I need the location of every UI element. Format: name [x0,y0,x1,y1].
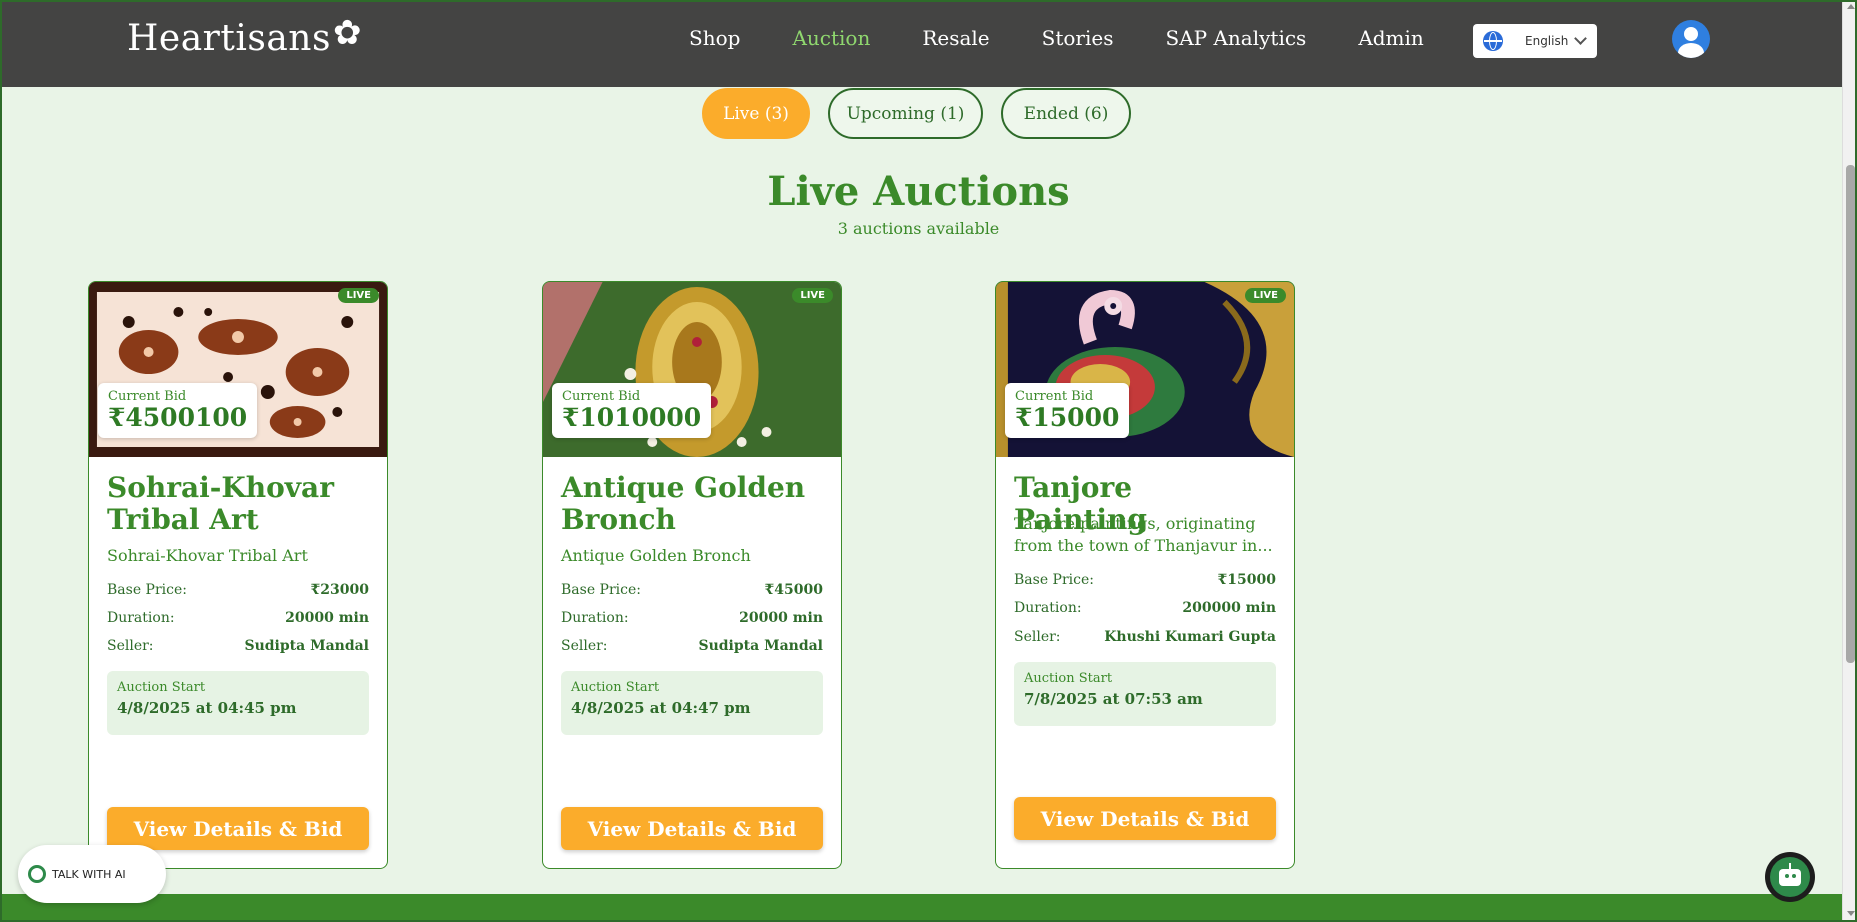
user-avatar-icon[interactable] [1672,20,1710,58]
scrollbar-thumb[interactable] [1846,165,1855,663]
live-badge: LIVE [338,288,379,303]
seller-value: Sudipta Mandal [244,638,369,654]
base-price-label: Base Price: [1014,572,1094,588]
auction-start-value: 4/8/2025 at 04:47 pm [571,699,751,717]
card-description: Sohrai-Khovar Tribal Art [107,546,308,565]
view-details-bid-button[interactable]: View Details & Bid [107,807,369,850]
live-badge: LIVE [1245,288,1286,303]
tab-ended[interactable]: Ended (6) [1001,88,1131,139]
auction-start-value: 4/8/2025 at 04:45 pm [117,699,297,717]
tab-upcoming[interactable]: Upcoming (1) [828,88,983,139]
card-title: Sohrai-Khovar Tribal Art [107,471,334,536]
nav-auction[interactable]: Auction [792,26,870,50]
current-bid-box: Current Bid ₹15000 [1005,383,1130,438]
auction-start-box: Auction Start 4/8/2025 at 04:45 pm [107,671,369,735]
current-bid-value: ₹1010000 [562,403,702,432]
language-label: English [1525,34,1569,48]
brand-logo[interactable]: Heartisans ✿ [127,13,362,60]
base-price-value: ₹45000 [764,582,823,598]
card-description: Tanjore paintings, originating from the … [1014,514,1273,555]
brand-name: Heartisans [127,18,331,59]
current-bid-label: Current Bid [1015,389,1094,404]
duration-label: Duration: [561,610,629,626]
nav-resale[interactable]: Resale [922,26,989,50]
scroll-down-icon[interactable] [1847,911,1855,916]
base-price-label: Base Price: [561,582,641,598]
current-bid-label: Current Bid [108,389,187,404]
auction-start-label: Auction Start [1024,671,1113,686]
seller-label: Seller: [561,638,608,654]
duration-value: 20000 min [285,610,369,626]
auction-card: LIVE Current Bid ₹1010000 Antique Golden… [542,281,842,869]
current-bid-box: Current Bid ₹1010000 [552,383,712,438]
nav-sap-analytics[interactable]: SAP Analytics [1166,26,1307,50]
auction-start-box: Auction Start 7/8/2025 at 07:53 am [1014,662,1276,726]
seller-value: Khushi Kumari Gupta [1104,629,1276,645]
talk-with-ai-button[interactable]: TALK WITH AI [18,845,166,903]
chevron-down-icon [1574,31,1588,45]
page-title: Live Auctions [767,168,1070,215]
current-bid-value: ₹15000 [1015,403,1120,432]
auction-start-label: Auction Start [571,680,660,695]
current-bid-box: Current Bid ₹4500100 [98,383,258,438]
base-price-row: Base Price: ₹45000 [561,582,823,598]
duration-label: Duration: [1014,600,1082,616]
duration-value: 20000 min [739,610,823,626]
flower-icon: ✿ [332,12,362,53]
duration-value: 200000 min [1182,600,1276,616]
live-badge: LIVE [792,288,833,303]
seller-label: Seller: [1014,629,1061,645]
auction-start-value: 7/8/2025 at 07:53 am [1024,690,1203,708]
seller-row: Seller: Sudipta Mandal [561,638,823,654]
page-scrollbar[interactable] [1842,0,1857,922]
nav-admin[interactable]: Admin [1358,26,1424,50]
duration-row: Duration: 20000 min [561,610,823,626]
view-details-bid-button[interactable]: View Details & Bid [561,807,823,850]
footer-bar [0,894,1842,922]
duration-row: Duration: 20000 min [107,610,369,626]
current-bid-label: Current Bid [562,389,641,404]
base-price-value: ₹15000 [1217,572,1276,588]
card-title: Antique Golden Bronch [561,471,806,536]
top-nav-bar: Heartisans ✿ Shop Auction Resale Stories… [0,0,1857,87]
ai-status-icon [28,865,46,883]
auction-card: LIVE Current Bid ₹15000 Tanjore Painting… [995,281,1295,869]
globe-icon [1483,31,1503,51]
base-price-row: Base Price: ₹15000 [1014,572,1276,588]
base-price-value: ₹23000 [310,582,369,598]
nav-stories[interactable]: Stories [1042,26,1114,50]
seller-row: Seller: Khushi Kumari Gupta [1014,629,1276,645]
talk-with-ai-label: TALK WITH AI [52,867,126,881]
scroll-up-icon[interactable] [1847,4,1855,9]
seller-value: Sudipta Mandal [698,638,823,654]
nav-shop[interactable]: Shop [689,26,740,50]
auction-start-box: Auction Start 4/8/2025 at 04:47 pm [561,671,823,735]
current-bid-value: ₹4500100 [108,403,248,432]
main-nav: Shop Auction Resale Stories SAP Analytic… [689,26,1476,50]
card-description: Antique Golden Bronch [561,546,751,565]
chatbot-icon[interactable] [1765,852,1815,902]
base-price-row: Base Price: ₹23000 [107,582,369,598]
seller-row: Seller: Sudipta Mandal [107,638,369,654]
tab-live[interactable]: Live (3) [702,88,810,139]
base-price-label: Base Price: [107,582,187,598]
duration-label: Duration: [107,610,175,626]
language-selector[interactable]: English [1473,24,1597,58]
view-details-bid-button[interactable]: View Details & Bid [1014,797,1276,840]
auction-start-label: Auction Start [117,680,206,695]
auction-status-tabs: Live (3) Upcoming (1) Ended (6) [702,88,1131,139]
auction-card: LIVE Current Bid ₹4500100 Sohrai-Khovar … [88,281,388,869]
duration-row: Duration: 200000 min [1014,600,1276,616]
auction-count: 3 auctions available [837,219,1000,238]
seller-label: Seller: [107,638,154,654]
